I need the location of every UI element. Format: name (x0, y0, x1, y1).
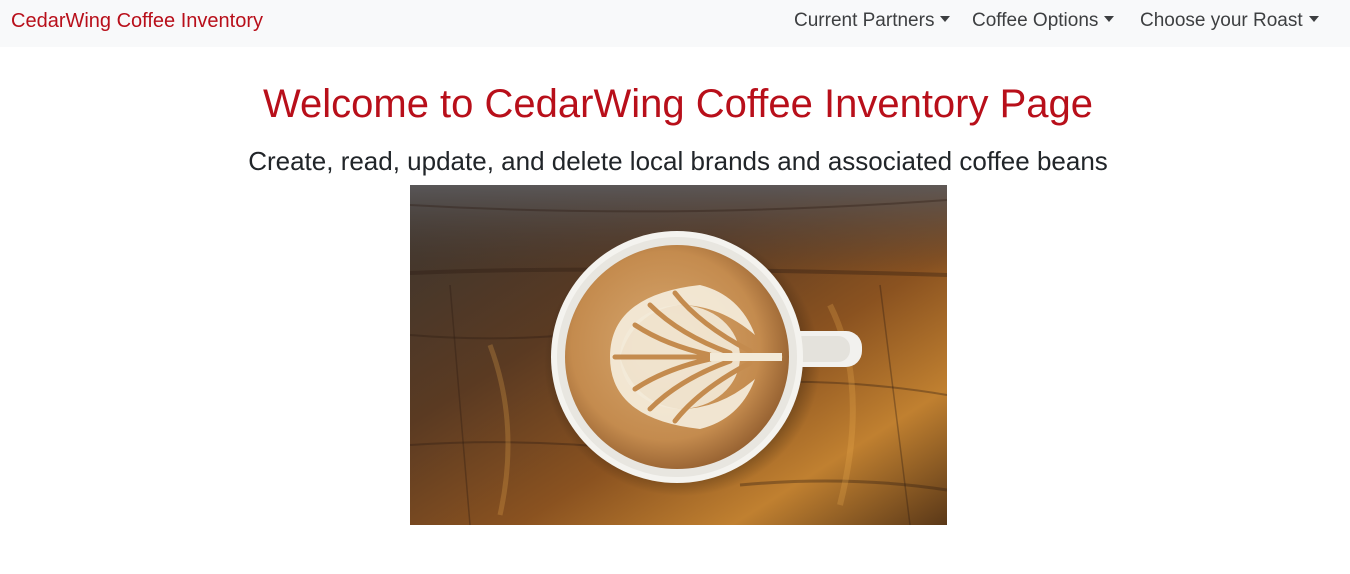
top-navbar: CedarWing Coffee Inventory Current Partn… (0, 0, 1350, 47)
caret-down-icon (1104, 16, 1115, 22)
caret-down-icon (940, 16, 951, 22)
nav-dropdown-coffee-options[interactable]: Coffee Options (972, 9, 1115, 33)
hero-image (410, 185, 947, 525)
nav-dropdown-label: Current Partners (794, 10, 935, 31)
nav-dropdown-label: Coffee Options (972, 10, 1099, 31)
nav-dropdown-current-partners[interactable]: Current Partners (794, 9, 951, 33)
nav-dropdown-choose-roast[interactable]: Choose your Roast (1140, 9, 1319, 33)
caret-down-icon (1308, 16, 1319, 22)
nav-dropdown-label: Choose your Roast (1140, 10, 1303, 31)
page-title: Welcome to CedarWing Coffee Inventory Pa… (262, 82, 1094, 126)
latte-art-image (410, 185, 947, 525)
page-subtitle: Create, read, update, and delete local b… (248, 146, 1108, 176)
brand-link[interactable]: CedarWing Coffee Inventory (11, 9, 263, 33)
